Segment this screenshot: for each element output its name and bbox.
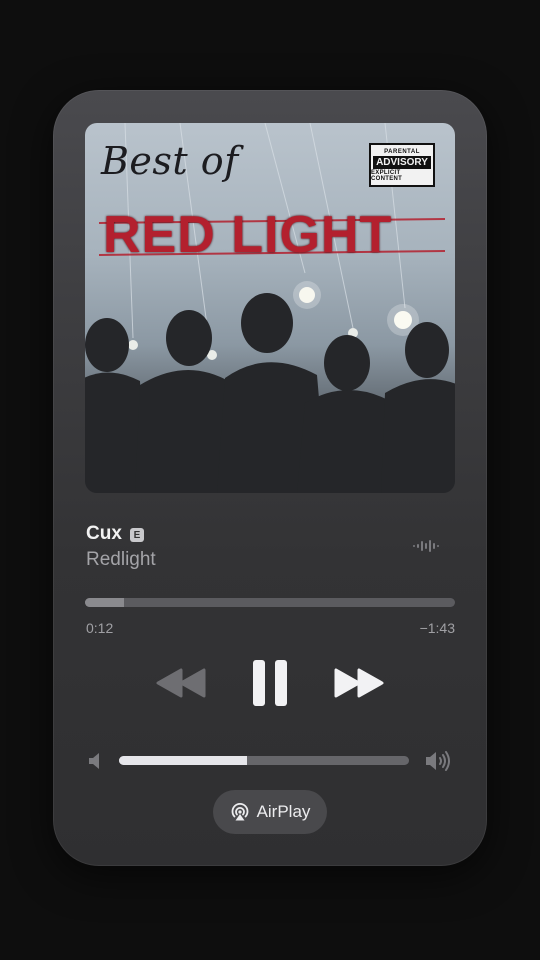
album-title-line1: Best of — [101, 139, 239, 183]
track-artist[interactable]: Redlight — [86, 549, 156, 571]
remaining-time: −1:43 — [419, 620, 455, 636]
volume-fill — [119, 756, 247, 765]
advisory-line2: ADVISORY — [373, 155, 431, 169]
elapsed-time: 0:12 — [86, 620, 114, 636]
advisory-line1: PARENTAL — [384, 148, 420, 155]
volume-slider[interactable] — [119, 756, 409, 765]
progress-scrubber[interactable] — [85, 598, 455, 607]
advisory-line3: EXPLICIT CONTENT — [371, 169, 403, 182]
waveform-icon — [413, 540, 439, 552]
airplay-label: AirPlay — [256, 802, 311, 821]
rewind-button[interactable] — [155, 667, 207, 704]
pause-button[interactable] — [251, 658, 289, 713]
track-title: Cux — [86, 523, 122, 544]
parental-advisory-label: PARENTAL ADVISORY EXPLICIT CONTENT — [369, 143, 435, 187]
airplay-icon — [231, 803, 248, 821]
pause-icon — [253, 660, 287, 706]
progress-fill — [85, 598, 124, 607]
fast-forward-button[interactable] — [333, 667, 385, 704]
speaker-low-icon — [89, 753, 99, 769]
album-title-line2: RED LIGHT — [103, 206, 393, 264]
speaker-high-icon — [426, 751, 450, 771]
now-playing-card: Best of RED LIGHT PARENTAL ADVISORY EXPL… — [53, 90, 487, 866]
rewind-icon — [156, 668, 206, 698]
fast-forward-icon — [334, 668, 384, 698]
explicit-badge: E — [130, 528, 144, 542]
airplay-button[interactable]: AirPlay — [213, 790, 327, 834]
album-artwork: Best of RED LIGHT PARENTAL ADVISORY EXPL… — [85, 123, 455, 493]
